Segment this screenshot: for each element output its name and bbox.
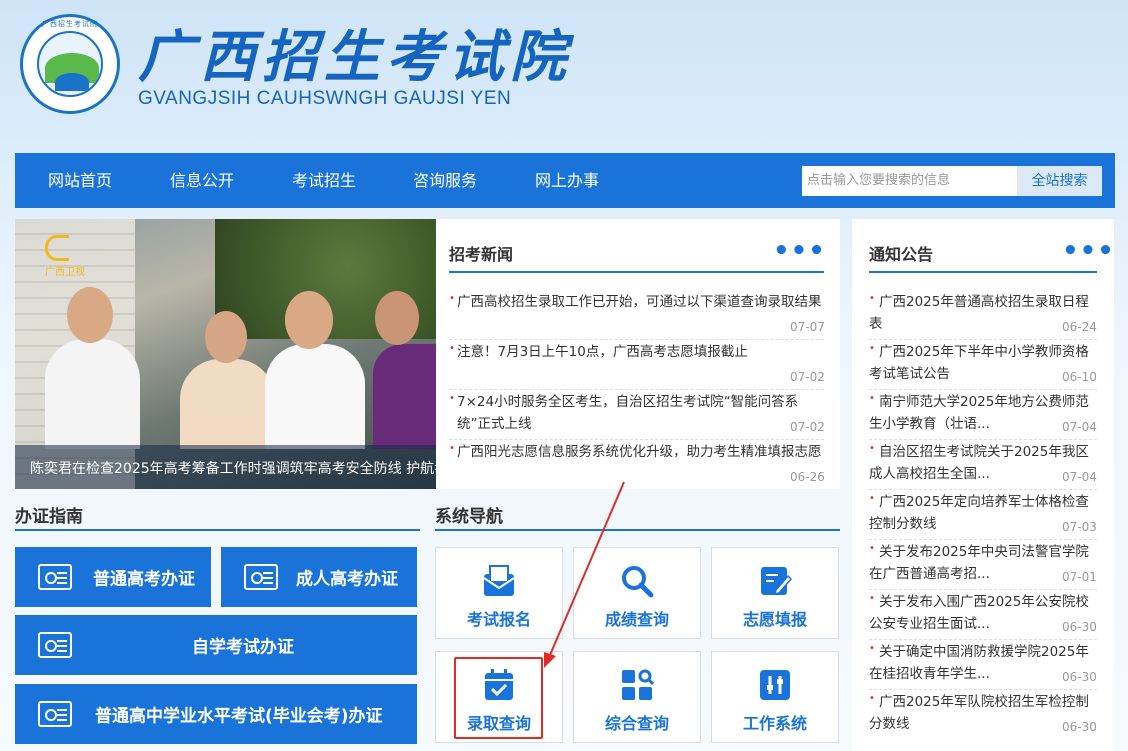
notice-date: 06-24 bbox=[1062, 320, 1097, 334]
notice-panel-title: 通知公告 bbox=[869, 245, 934, 264]
news-date: 07-07 bbox=[790, 320, 825, 334]
site-logo[interactable]: 广西招生考试院 bbox=[20, 14, 120, 114]
notice-date: 06-30 bbox=[1062, 670, 1097, 684]
id-card-icon bbox=[244, 564, 278, 590]
news-item[interactable]: • 7×24小时服务全区考生，自治区招生考试院“智能问答系统”正式上线 bbox=[449, 391, 822, 435]
sliders-icon bbox=[760, 670, 790, 700]
id-card-icon bbox=[38, 701, 72, 727]
notice-date: 06-30 bbox=[1062, 620, 1097, 634]
tile-work-system[interactable]: 工作系统 bbox=[711, 651, 839, 743]
news-date: 06-26 bbox=[790, 470, 825, 484]
notice-date: 07-01 bbox=[1062, 570, 1097, 584]
news-carousel-photo[interactable]: 广西卫视 陈奕君在检查2025年高考筹备工作时强调筑牢高考安全防线 护航考 bbox=[15, 219, 436, 489]
tv-logo-icon bbox=[45, 235, 69, 261]
logo-emblem-icon bbox=[37, 31, 103, 97]
site-subtitle: GVANGJSIH CAUHSWNGH GAUJSI YEN bbox=[138, 88, 512, 109]
notice-date: 06-30 bbox=[1062, 720, 1097, 734]
notice-date: 07-04 bbox=[1062, 420, 1097, 434]
tile-general-query[interactable]: 综合查询 bbox=[573, 651, 701, 743]
nav-item-info-public[interactable]: 信息公开 bbox=[170, 153, 234, 208]
news-item[interactable]: • 广西阳光志愿信息服务系统优化升级，助力考生精准填报志愿 bbox=[449, 441, 822, 463]
id-card-icon bbox=[38, 632, 72, 658]
envelope-icon bbox=[483, 565, 515, 596]
news-item[interactable]: • 广西高校招生录取工作已开始，可通过以下渠道查询录取结果 bbox=[449, 291, 822, 313]
guide-section-title: 办证指南 bbox=[15, 507, 83, 527]
id-card-icon bbox=[38, 564, 72, 590]
grid-search-icon bbox=[622, 669, 654, 700]
system-section-title: 系统导航 bbox=[435, 507, 503, 527]
nav-item-exam-enroll[interactable]: 考试招生 bbox=[292, 153, 356, 208]
main-nav: 网站首页 信息公开 考试招生 咨询服务 网上办事 点击输入您要搜索的信息 全站搜… bbox=[15, 153, 1115, 208]
search-button[interactable]: 全站搜索 bbox=[1017, 166, 1102, 196]
tile-exam-register[interactable]: 考试报名 bbox=[435, 547, 563, 639]
guide-button-academic[interactable]: 普通高中学业水平考试(毕业会考)办证 bbox=[15, 684, 417, 744]
news-panel: 招考新闻 ••• • 广西高校招生录取工作已开始，可通过以下渠道查询录取结果 07… bbox=[436, 219, 840, 489]
guide-button-adult[interactable]: 成人高考办证 bbox=[221, 547, 417, 607]
site-header: 广西招生考试院 广西招生考试院 GVANGJSIH CAUHSWNGH GAUJ… bbox=[0, 0, 1128, 150]
tile-volunteer-fill[interactable]: 志愿填报 bbox=[711, 547, 839, 639]
news-date: 07-02 bbox=[790, 370, 825, 384]
news-panel-title: 招考新闻 bbox=[449, 245, 514, 264]
photo-caption[interactable]: 陈奕君在检查2025年高考筹备工作时强调筑牢高考安全防线 护航考 bbox=[30, 458, 436, 478]
search-input[interactable]: 点击输入您要搜索的信息 bbox=[802, 166, 1017, 196]
guide-button-self-study[interactable]: 自学考试办证 bbox=[15, 615, 417, 675]
highlight-box bbox=[454, 657, 543, 739]
nav-item-online-service[interactable]: 网上办事 bbox=[535, 153, 599, 208]
site-title[interactable]: 广西招生考试院 bbox=[138, 12, 572, 93]
nav-item-home[interactable]: 网站首页 bbox=[48, 153, 112, 208]
edit-document-icon bbox=[761, 567, 792, 596]
news-date: 07-02 bbox=[790, 420, 825, 434]
nav-item-consult[interactable]: 咨询服务 bbox=[413, 153, 477, 208]
news-more-icon[interactable]: ••• bbox=[773, 238, 826, 264]
notice-date: 07-03 bbox=[1062, 520, 1097, 534]
notice-date: 07-04 bbox=[1062, 470, 1097, 484]
news-item[interactable]: • 注意！7月3日上午10点，广西高考志愿填报截止 bbox=[449, 341, 822, 363]
tile-score-query[interactable]: 成绩查询 bbox=[573, 547, 701, 639]
tv-logo-text: 广西卫视 bbox=[45, 267, 85, 278]
guide-button-gaokao[interactable]: 普通高考办证 bbox=[15, 547, 211, 607]
notice-more-icon[interactable]: ••• bbox=[1062, 238, 1115, 264]
notice-date: 06-10 bbox=[1062, 370, 1097, 384]
notice-panel: 通知公告 ••• • 广西2025年普通高校招生录取日程表 06-24 • 广西2025… bbox=[852, 219, 1114, 751]
search-icon bbox=[622, 566, 654, 598]
logo-ring-text: 广西招生考试院 bbox=[42, 20, 98, 28]
